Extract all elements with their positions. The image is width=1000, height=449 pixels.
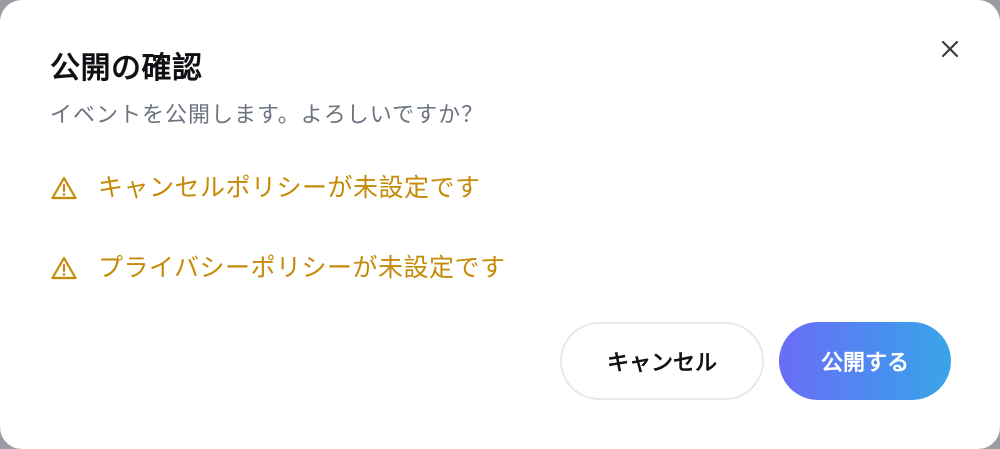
cancel-button[interactable]: キャンセル <box>560 322 764 400</box>
close-button[interactable] <box>934 33 966 65</box>
dialog-subtitle: イベントを公開します。よろしいですか？ <box>50 103 485 128</box>
close-icon <box>941 40 959 58</box>
warning-icon <box>50 174 78 202</box>
warning-privacy-policy: プライバシーポリシーが未設定です <box>50 250 506 286</box>
warning-text: プライバシーポリシーが未設定です <box>98 253 506 282</box>
dialog-title: 公開の確認 <box>50 51 203 86</box>
publish-button[interactable]: 公開する <box>779 322 951 400</box>
warning-cancel-policy: キャンセルポリシーが未設定です <box>50 170 481 206</box>
warning-icon <box>50 254 78 282</box>
publish-confirm-dialog: 公開の確認 イベントを公開します。よろしいですか？ キャンセルポリシーが未設定で… <box>0 0 1000 449</box>
warning-text: キャンセルポリシーが未設定です <box>98 173 481 202</box>
